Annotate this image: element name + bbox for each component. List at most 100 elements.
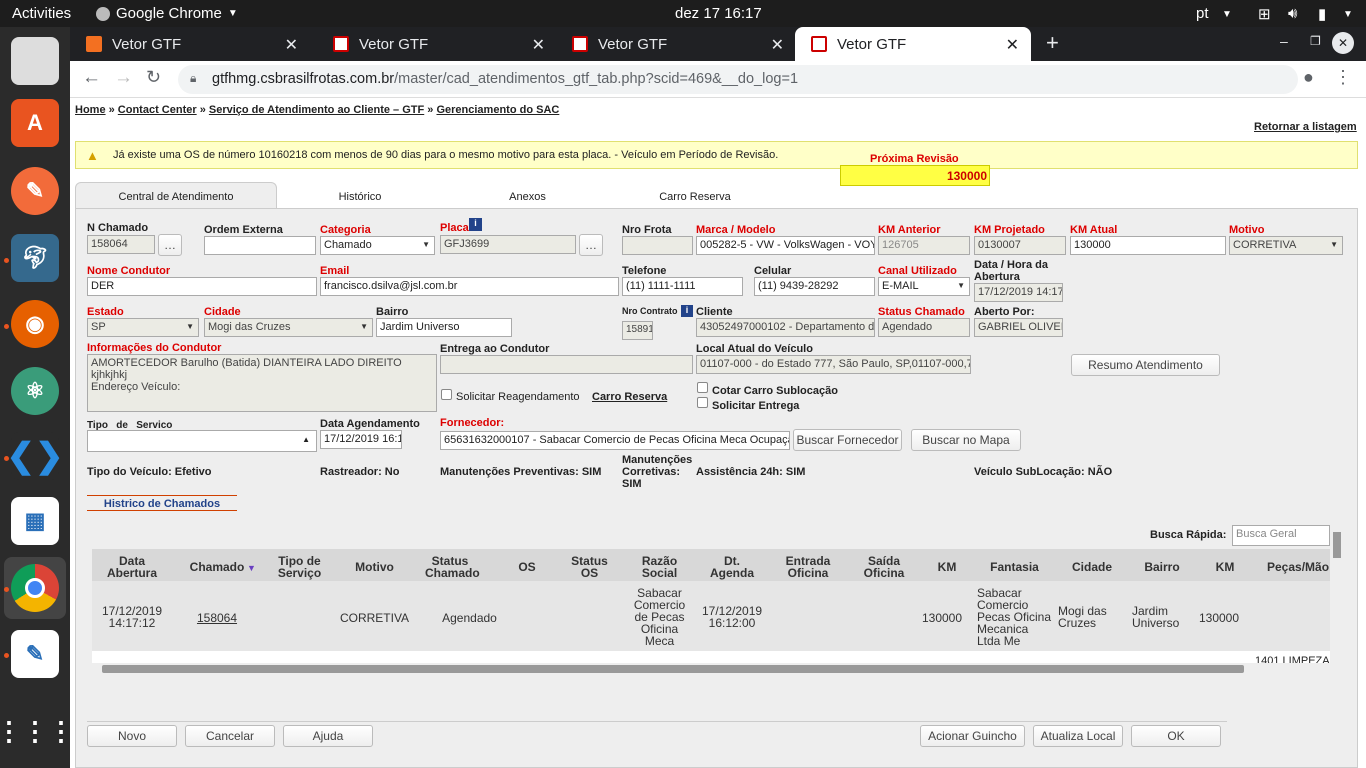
info-icon[interactable]: i bbox=[469, 218, 482, 231]
km-anterior-field[interactable]: 126705 bbox=[878, 236, 970, 255]
historico-chamados-tab[interactable]: Histrico de Chamados bbox=[87, 495, 237, 511]
km-atual-field[interactable]: 130000 bbox=[1070, 236, 1226, 255]
column-header[interactable]: Entrada Oficina bbox=[782, 555, 834, 579]
celular-field[interactable]: (11) 9439-28292 bbox=[754, 277, 875, 296]
tab-anexos[interactable]: Anexos bbox=[480, 191, 575, 203]
horizontal-scrollbar[interactable] bbox=[92, 663, 1330, 675]
profile-icon[interactable]: ● bbox=[1303, 67, 1314, 88]
column-header[interactable]: Dt. Agenda bbox=[707, 555, 757, 579]
cidade-select[interactable]: Mogi das Cruzes bbox=[204, 318, 373, 337]
ok-button[interactable]: OK bbox=[1131, 725, 1221, 747]
tab-carro-reserva[interactable]: Carro Reserva bbox=[635, 191, 755, 203]
language-indicator[interactable]: pt bbox=[1196, 5, 1209, 22]
vscode-icon[interactable]: ❮❯ bbox=[7, 432, 64, 480]
placa-field[interactable]: GFJ3699 bbox=[440, 235, 576, 254]
solicitar-reagendamento-checkbox[interactable] bbox=[441, 389, 452, 400]
breadcrumb-sac[interactable]: Serviço de Atendimento ao Cliente – GTF bbox=[209, 104, 424, 116]
column-header[interactable]: Status OS bbox=[567, 555, 612, 579]
close-icon[interactable]: ✕ bbox=[1006, 35, 1019, 55]
text-editor-icon[interactable]: ✎ bbox=[11, 630, 59, 678]
placa-lookup-button[interactable]: … bbox=[579, 234, 603, 256]
atualiza-local-button[interactable]: Atualiza Local bbox=[1033, 725, 1123, 747]
data-abertura-field[interactable]: 17/12/2019 14:17 bbox=[974, 283, 1063, 302]
solicitar-entrega-checkbox[interactable] bbox=[697, 397, 708, 408]
column-header[interactable]: KM bbox=[932, 560, 962, 574]
column-header[interactable]: OS bbox=[512, 560, 542, 574]
column-header[interactable]: Chamado bbox=[187, 560, 247, 574]
lock-icon[interactable]: 🔒︎ bbox=[190, 71, 196, 86]
column-header[interactable]: Fantasia bbox=[987, 560, 1042, 574]
scrollbar-thumb[interactable] bbox=[1333, 532, 1341, 558]
activities-button[interactable]: Activities bbox=[12, 5, 71, 22]
carro-reserva-link[interactable]: Carro Reserva bbox=[592, 391, 667, 403]
column-header[interactable]: Razão Social bbox=[632, 555, 687, 579]
minimize-icon[interactable]: – bbox=[1280, 33, 1288, 49]
browser-tab[interactable]: Vetor GTF ✕ bbox=[556, 27, 796, 61]
volume-icon[interactable]: 🔊︎ bbox=[1288, 5, 1297, 22]
address-bar[interactable]: 🔒︎ gtfhmg.csbrasilfrotas.com.br/master/c… bbox=[178, 65, 1298, 94]
window-close-icon[interactable]: ✕ bbox=[1332, 32, 1354, 54]
column-header[interactable]: KM bbox=[1210, 560, 1240, 574]
column-header[interactable]: Tipo de Serviço bbox=[272, 555, 327, 579]
buscar-mapa-button[interactable]: Buscar no Mapa bbox=[911, 429, 1021, 451]
bairro-field[interactable]: Jardim Universo bbox=[376, 318, 512, 337]
cancelar-button[interactable]: Cancelar bbox=[185, 725, 275, 747]
column-header[interactable]: Peças/Mão bbox=[1267, 560, 1330, 574]
show-apps-icon[interactable]: ⋮⋮⋮ bbox=[0, 707, 74, 755]
column-header[interactable]: Saída Oficina bbox=[859, 555, 909, 579]
nome-condutor-field[interactable]: DER bbox=[87, 277, 317, 296]
files-icon[interactable] bbox=[11, 37, 59, 85]
vertical-scrollbar[interactable] bbox=[1332, 528, 1342, 660]
info-icon[interactable]: i bbox=[681, 305, 693, 317]
breadcrumb-contact-center[interactable]: Contact Center bbox=[118, 104, 197, 116]
cell-chamado-link[interactable]: 158064 bbox=[187, 611, 247, 625]
data-agendamento-field[interactable]: 17/12/2019 16:1 bbox=[320, 430, 402, 449]
sort-desc-icon[interactable]: ▼ bbox=[247, 563, 256, 573]
aberto-por-field[interactable]: GABRIEL OLIVEIRA bbox=[974, 318, 1063, 337]
firefox-icon[interactable]: ◉ bbox=[11, 300, 59, 348]
close-icon[interactable]: ✕ bbox=[532, 35, 545, 55]
buscar-fornecedor-button[interactable]: Buscar Fornecedor bbox=[793, 429, 902, 451]
km-projetado-field[interactable]: 0130007 bbox=[974, 236, 1066, 255]
resumo-atendimento-button[interactable]: Resumo Atendimento bbox=[1071, 354, 1220, 376]
clock[interactable]: dez 17 16:17 bbox=[675, 5, 762, 22]
local-atual-field[interactable]: 01107-000 - do Estado 777, São Paulo, SP… bbox=[696, 355, 971, 374]
column-header[interactable]: Status Chamado bbox=[425, 555, 480, 579]
table-row[interactable]: 17/12/2019 14:17:12 158064 CORRETIVA Age… bbox=[92, 581, 1330, 651]
mysql-workbench-icon[interactable]: 🐬︎ bbox=[11, 234, 59, 282]
breadcrumb-home[interactable]: Home bbox=[75, 104, 106, 116]
n-chamado-lookup-button[interactable]: … bbox=[158, 234, 182, 256]
ajuda-button[interactable]: Ajuda bbox=[283, 725, 373, 747]
maximize-icon[interactable]: ❐ bbox=[1310, 34, 1321, 48]
atom-icon[interactable]: ⚛ bbox=[11, 367, 59, 415]
browser-tab[interactable]: Vetor GTF ✕ bbox=[317, 27, 557, 61]
libreoffice-impress-icon[interactable]: ▦ bbox=[11, 497, 59, 545]
app-menu[interactable]: Google Chrome ▼ bbox=[96, 5, 238, 22]
column-header[interactable]: Bairro bbox=[1137, 560, 1187, 574]
ordem-externa-field[interactable] bbox=[204, 236, 316, 255]
entrega-field[interactable] bbox=[440, 355, 693, 374]
return-link[interactable]: Retornar a listagem bbox=[1254, 121, 1357, 133]
new-tab-icon[interactable]: + bbox=[1046, 30, 1059, 56]
busca-geral-input[interactable]: Busca Geral bbox=[1232, 525, 1330, 546]
tipo-servico-select[interactable]: ▲ bbox=[87, 430, 317, 452]
status-chamado-field[interactable]: Agendado bbox=[878, 318, 970, 337]
column-header[interactable]: Cidade bbox=[1067, 560, 1117, 574]
column-header[interactable]: Data Abertura bbox=[102, 555, 162, 579]
browser-tab-active[interactable]: Vetor GTF ✕ bbox=[795, 27, 1031, 61]
tab-historico[interactable]: Histórico bbox=[310, 191, 410, 203]
nro-contrato-field[interactable]: 15891 bbox=[622, 321, 653, 340]
fornecedor-field[interactable]: 65631632000107 - Sabacar Comercio de Pec… bbox=[440, 431, 790, 450]
breadcrumb-gerenciamento[interactable]: Gerenciamento do SAC bbox=[436, 104, 559, 116]
back-icon[interactable]: ← bbox=[82, 67, 101, 89]
acionar-guincho-button[interactable]: Acionar Guincho bbox=[920, 725, 1025, 747]
close-icon[interactable]: ✕ bbox=[771, 35, 784, 55]
forward-icon[interactable]: → bbox=[114, 67, 133, 89]
estado-select[interactable]: SP bbox=[87, 318, 199, 337]
menu-icon[interactable]: ⋮ bbox=[1334, 67, 1352, 88]
browser-tab[interactable]: Vetor GTF ✕ bbox=[70, 27, 310, 61]
tab-central-atendimento[interactable]: Central de Atendimento bbox=[75, 182, 277, 208]
marca-modelo-field[interactable]: 005282-5 - VW - VolksWagen - VOYAGE bbox=[696, 236, 875, 255]
info-condutor-textarea[interactable]: AMORTECEDOR Barulho (Batida) DIANTEIRA L… bbox=[87, 354, 437, 412]
chrome-icon[interactable] bbox=[11, 564, 59, 612]
